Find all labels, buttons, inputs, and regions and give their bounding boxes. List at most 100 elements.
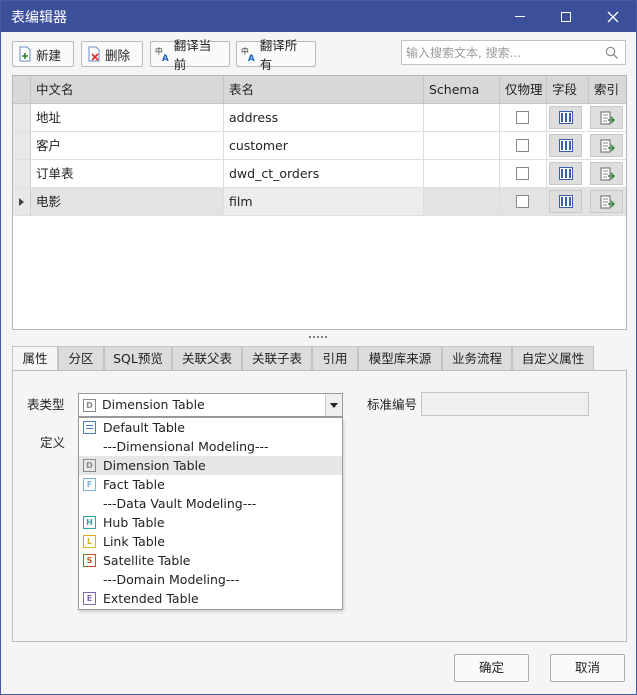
row-cn-name[interactable]: 地址 — [31, 104, 224, 131]
search-input[interactable] — [406, 44, 601, 62]
col-header-physical-only[interactable]: 仅物理 — [500, 76, 547, 104]
row-physical-only-cell — [500, 104, 547, 131]
row-header[interactable] — [13, 188, 31, 215]
row-table-name[interactable]: film — [224, 188, 424, 215]
row-header[interactable] — [13, 132, 31, 159]
col-header-indexes[interactable]: 索引 — [589, 76, 626, 104]
translate-current-button[interactable]: 中 A 翻译当前 — [150, 38, 230, 72]
grid-header: 中文名 表名 Schema 仅物理 字段 索引 — [13, 76, 626, 104]
row-schema[interactable] — [424, 104, 500, 131]
columns-icon — [559, 167, 573, 180]
cancel-button[interactable]: 取消 — [550, 654, 625, 682]
splitter-grip-icon[interactable] — [308, 335, 328, 339]
option-label: Link Table — [103, 534, 165, 549]
physical-only-checkbox[interactable] — [516, 167, 529, 180]
table-editor-window: 表编辑器 新建 删除 中 A 翻译当前 中 A 翻译所有 输入搜索文本, 搜索.… — [0, 0, 637, 695]
tab-parent-relations[interactable]: 关联父表 — [172, 346, 242, 371]
row-schema[interactable] — [424, 188, 500, 215]
tables-grid: 中文名 表名 Schema 仅物理 字段 索引 地址 address 客户 cu… — [12, 75, 627, 330]
fact-table-icon: F — [83, 478, 96, 491]
tab-custom-properties[interactable]: 自定义属性 — [512, 346, 594, 371]
definition-label: 定义 — [40, 435, 66, 450]
table-row[interactable]: 订单表 dwd_ct_orders — [13, 160, 626, 188]
close-button[interactable] — [590, 1, 636, 32]
col-header-schema[interactable]: Schema — [424, 76, 500, 104]
minimize-button[interactable] — [497, 1, 543, 32]
fields-button[interactable] — [549, 190, 582, 213]
option-label: Fact Table — [103, 477, 165, 492]
dropdown-option[interactable]: L Link Table — [79, 532, 342, 551]
physical-only-checkbox[interactable] — [516, 111, 529, 124]
row-cn-name[interactable]: 订单表 — [31, 160, 224, 187]
window-title: 表编辑器 — [11, 10, 67, 26]
translate-all-button[interactable]: 中 A 翻译所有 — [236, 38, 316, 72]
search-box[interactable] — [401, 40, 626, 65]
maximize-button[interactable] — [543, 1, 589, 32]
row-physical-only-cell — [500, 188, 547, 215]
dropdown-group-header[interactable]: ---Data Vault Modeling--- — [79, 494, 342, 513]
dimension-table-icon: D — [83, 399, 96, 412]
std-code-field[interactable] — [421, 392, 589, 416]
row-cn-name[interactable]: 电影 — [31, 188, 224, 215]
indexes-button[interactable] — [590, 106, 623, 129]
dropdown-option[interactable]: Default Table — [79, 418, 342, 437]
table-row[interactable]: 客户 customer — [13, 132, 626, 160]
link-table-icon: L — [83, 535, 96, 548]
translate-current-label: 翻译当前 — [173, 38, 212, 72]
svg-text:A: A — [248, 54, 255, 62]
col-header-cn-name[interactable]: 中文名 — [31, 76, 224, 104]
col-header-table-name[interactable]: 表名 — [224, 76, 424, 104]
indexes-button[interactable] — [590, 162, 623, 185]
row-table-name[interactable]: address — [224, 104, 424, 131]
dropdown-option[interactable]: H Hub Table — [79, 513, 342, 532]
row-cn-name[interactable]: 客户 — [31, 132, 224, 159]
extended-table-icon: E — [83, 592, 96, 605]
svg-text:A: A — [162, 54, 169, 62]
row-table-name[interactable]: dwd_ct_orders — [224, 160, 424, 187]
translate-all-label: 翻译所有 — [259, 38, 298, 72]
delete-button-label: 删除 — [105, 47, 131, 63]
option-label: ---Data Vault Modeling--- — [103, 496, 257, 511]
dropdown-group-header[interactable]: ---Dimensional Modeling--- — [79, 437, 342, 456]
tab-properties[interactable]: 属性 — [12, 346, 58, 372]
dropdown-option[interactable]: S Satellite Table — [79, 551, 342, 570]
row-header[interactable] — [13, 160, 31, 187]
table-row[interactable]: 地址 address — [13, 104, 626, 132]
tab-sql-preview[interactable]: SQL预览 — [104, 346, 172, 371]
physical-only-checkbox[interactable] — [516, 139, 529, 152]
row-header[interactable] — [13, 104, 31, 131]
physical-only-checkbox[interactable] — [516, 195, 529, 208]
tab-model-library-source[interactable]: 模型库来源 — [358, 346, 442, 371]
indexes-button[interactable] — [590, 134, 623, 157]
row-schema[interactable] — [424, 160, 500, 187]
tab-partition[interactable]: 分区 — [58, 346, 104, 371]
option-label: ---Domain Modeling--- — [103, 572, 240, 587]
new-button[interactable]: 新建 — [12, 41, 74, 67]
delete-button[interactable]: 删除 — [81, 41, 143, 67]
dropdown-option[interactable]: F Fact Table — [79, 475, 342, 494]
tab-child-relations[interactable]: 关联子表 — [242, 346, 312, 371]
tab-references[interactable]: 引用 — [312, 346, 358, 371]
fields-button[interactable] — [549, 134, 582, 157]
dropdown-option[interactable]: E Extended Table — [79, 589, 342, 608]
dropdown-option-selected[interactable]: D Dimension Table — [79, 456, 342, 475]
fields-button[interactable] — [549, 162, 582, 185]
col-header-fields[interactable]: 字段 — [547, 76, 589, 104]
maximize-icon — [561, 11, 571, 22]
ok-button[interactable]: 确定 — [454, 654, 529, 682]
table-type-combo[interactable]: D Dimension Table — [78, 393, 343, 417]
title-bar[interactable]: 表编辑器 — [1, 1, 636, 32]
columns-icon — [559, 111, 573, 124]
table-row-selected[interactable]: 电影 film — [13, 188, 626, 216]
row-table-name[interactable]: customer — [224, 132, 424, 159]
dropdown-group-header[interactable]: ---Domain Modeling--- — [79, 570, 342, 589]
indexes-button[interactable] — [590, 190, 623, 213]
fields-button[interactable] — [549, 106, 582, 129]
table-type-label: 表类型 — [27, 397, 65, 412]
row-schema[interactable] — [424, 132, 500, 159]
option-label: Default Table — [103, 420, 185, 435]
chevron-down-icon[interactable] — [325, 394, 342, 416]
tab-business-process[interactable]: 业务流程 — [442, 346, 512, 371]
search-icon[interactable] — [605, 46, 619, 60]
columns-icon — [559, 195, 573, 208]
